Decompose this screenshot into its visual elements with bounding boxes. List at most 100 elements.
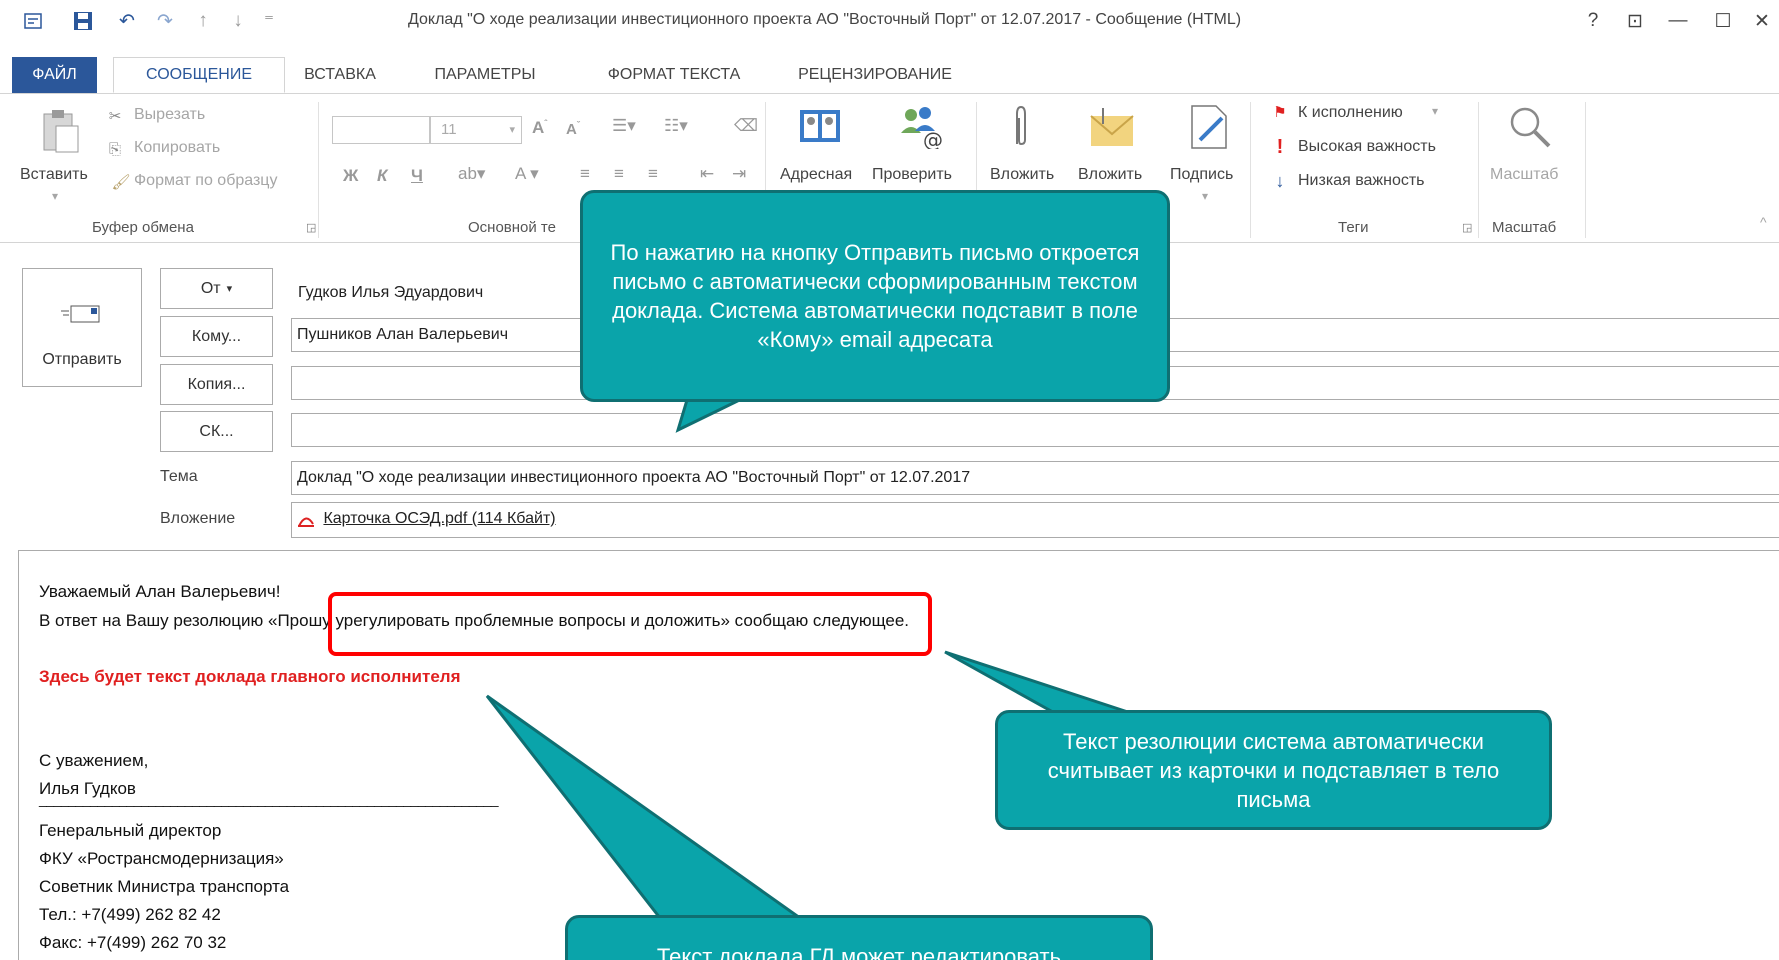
signer-org: ФКУ «Ространсмодернизация»	[39, 849, 284, 868]
font-size-combo[interactable]: 11 ▾	[430, 116, 522, 144]
bcc-button[interactable]: СК...	[160, 411, 273, 452]
cut-button[interactable]: Вырезать	[134, 106, 205, 124]
indent-decrease-icon[interactable]: ⇤	[700, 164, 714, 184]
resolution-highlight-box	[328, 592, 932, 656]
paste-dropdown-icon[interactable]: ▾	[52, 189, 58, 203]
ribbon-tabs: Файл Сообщение Вставка Параметры Формат …	[0, 57, 1779, 94]
chevron-down-icon: ▾	[226, 283, 233, 295]
attach-file-button[interactable]: Вложить	[990, 166, 1054, 184]
signature-dropdown-icon[interactable]: ▾	[1202, 189, 1208, 203]
align-right-icon[interactable]: ≡	[648, 164, 658, 184]
close-button[interactable]: ✕	[1745, 8, 1779, 34]
followup-button[interactable]: К исполнению	[1298, 104, 1403, 122]
signature-icon[interactable]	[1184, 102, 1234, 152]
low-importance-icon: ↓	[1275, 170, 1285, 191]
format-painter-icon[interactable]: 🖌	[110, 171, 132, 193]
low-importance-button[interactable]: Низкая важность	[1298, 172, 1425, 190]
tab-insert[interactable]: Вставка	[285, 57, 395, 93]
check-names-button[interactable]: Проверить	[872, 166, 952, 184]
up-arrow-icon[interactable]: ↑	[190, 10, 216, 32]
clear-formatting-icon[interactable]: ⌫	[734, 116, 758, 136]
signer-position: Генеральный директор	[39, 821, 222, 840]
clipboard-launcher-icon[interactable]: ◲	[306, 221, 316, 234]
bcc-field[interactable]	[291, 413, 1779, 447]
separator	[1478, 102, 1479, 238]
help-button[interactable]: ?	[1576, 8, 1610, 34]
collapse-ribbon-icon[interactable]: ^	[1760, 214, 1767, 230]
indent-increase-icon[interactable]: ⇥	[732, 164, 746, 184]
paste-icon[interactable]	[35, 108, 85, 154]
paperclip-icon[interactable]	[1006, 102, 1036, 152]
title-bar: ↶ ↷ ↑ ↓ ⁼ Доклад "О ходе реализации инве…	[0, 0, 1779, 42]
maximize-button[interactable]: ☐	[1706, 8, 1740, 34]
send-label: Отправить	[42, 351, 122, 368]
reply-prefix: В ответ на Вашу резолюцию	[39, 611, 268, 630]
group-label-clipboard: Буфер обмена	[92, 219, 194, 236]
attachment-link[interactable]: Карточка ОСЭД.pdf (114 Кбайт)	[323, 510, 555, 527]
bold-button[interactable]: Ж	[343, 166, 358, 186]
font-size-value: 11	[441, 121, 457, 138]
shrink-font-icon[interactable]: Aˇ	[566, 120, 580, 138]
redo-icon[interactable]: ↷	[152, 10, 178, 32]
tab-options[interactable]: Параметры	[410, 57, 560, 93]
signature-rule: ________________________________________…	[39, 791, 499, 807]
minimize-button[interactable]: —	[1661, 8, 1695, 34]
attach-item-icon[interactable]	[1088, 102, 1138, 152]
zoom-button[interactable]: Масштаб	[1490, 166, 1558, 184]
numbering-icon[interactable]: ☷▾	[664, 116, 688, 136]
font-name-combo[interactable]	[332, 116, 430, 144]
high-importance-icon: !	[1276, 135, 1284, 158]
from-button-label: От	[200, 279, 221, 297]
paste-button[interactable]: Вставить	[20, 166, 88, 184]
address-book-icon[interactable]	[796, 102, 844, 150]
signature-button[interactable]: Подпись	[1170, 166, 1233, 184]
group-label-zoom: Масштаб	[1492, 219, 1557, 236]
window-menu-icon[interactable]	[20, 10, 46, 32]
chevron-down-icon: ▾	[509, 124, 515, 136]
to-button[interactable]: Кому...	[160, 316, 273, 357]
tab-message[interactable]: Сообщение	[113, 57, 285, 93]
grow-font-icon[interactable]: Aˆ	[532, 118, 547, 138]
align-left-icon[interactable]: ≡	[580, 164, 590, 184]
tab-format-text[interactable]: Формат текста	[576, 57, 772, 93]
tab-file[interactable]: Файл	[12, 57, 97, 93]
underline-button[interactable]: Ч	[411, 166, 423, 186]
separator	[1250, 102, 1251, 238]
followup-dropdown-icon[interactable]: ▾	[1432, 104, 1438, 118]
callout-top: По нажатию на кнопку Отправить письмо от…	[580, 190, 1170, 402]
send-envelope-icon	[61, 303, 101, 325]
save-icon[interactable]	[70, 10, 96, 32]
callout-bottom: Текст доклада ГД может редактировать	[565, 915, 1153, 960]
ribbon-display-options-icon[interactable]: ⊡	[1618, 8, 1652, 34]
attach-item-button[interactable]: Вложить	[1078, 166, 1142, 184]
copy-button[interactable]: Копировать	[134, 139, 220, 157]
from-value: Гудков Илья Эдуардович	[298, 284, 484, 301]
attachment-label: Вложение	[160, 510, 236, 527]
tags-launcher-icon[interactable]: ◲	[1462, 221, 1472, 234]
callout-right: Текст резолюции система автоматически сч…	[995, 710, 1552, 830]
italic-button[interactable]: К	[377, 166, 387, 186]
cut-icon[interactable]: ✂	[104, 105, 126, 127]
tab-review[interactable]: Рецензирование	[780, 57, 970, 93]
greeting: Уважаемый Алан Валерьевич!	[39, 582, 281, 601]
window-title: Доклад "О ходе реализации инвестиционног…	[408, 11, 1242, 28]
check-names-icon[interactable]: @	[895, 102, 945, 150]
subject-field[interactable]: Доклад "О ходе реализации инвестиционног…	[291, 461, 1779, 495]
svg-text:@: @	[923, 128, 943, 149]
high-importance-button[interactable]: Высокая важность	[1298, 138, 1436, 156]
align-center-icon[interactable]: ≡	[614, 164, 624, 184]
format-painter-button[interactable]: Формат по образцу	[134, 172, 277, 190]
address-book-button[interactable]: Адресная	[780, 166, 852, 184]
zoom-icon[interactable]	[1505, 102, 1555, 152]
send-button[interactable]: Отправить	[22, 268, 142, 387]
down-arrow-icon[interactable]: ↓	[225, 10, 251, 32]
copy-icon[interactable]: ⎘	[104, 138, 126, 160]
customize-toolbar-icon[interactable]: ⁼	[256, 10, 282, 32]
highlight-color-icon[interactable]: ab▾	[458, 164, 485, 184]
separator	[318, 102, 319, 238]
font-color-icon[interactable]: A ▾	[515, 164, 539, 184]
from-button[interactable]: От ▾	[160, 268, 273, 309]
bullets-icon[interactable]: ☰▾	[612, 116, 636, 136]
undo-icon[interactable]: ↶	[114, 10, 140, 32]
cc-button[interactable]: Копия...	[160, 364, 273, 405]
